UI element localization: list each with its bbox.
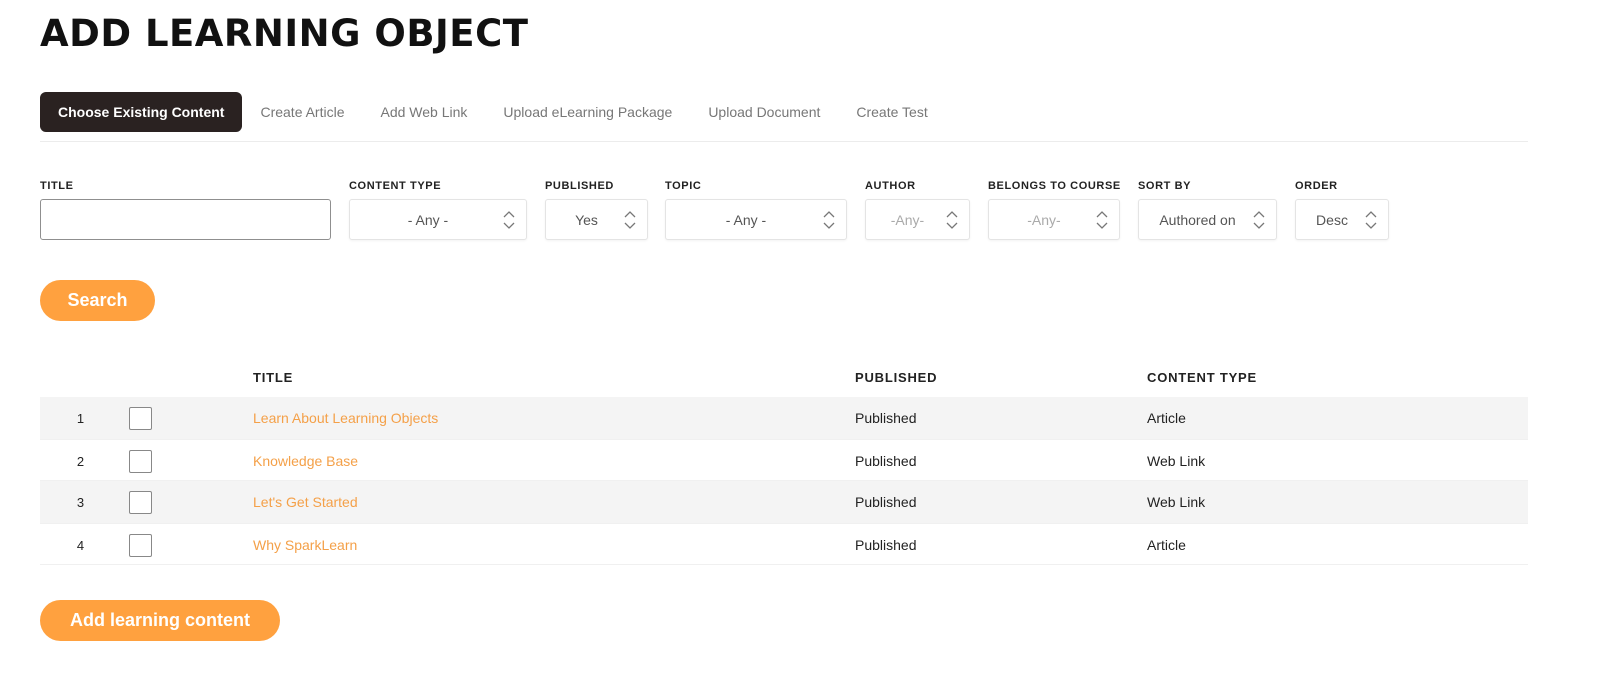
filter-bar: TITLE CONTENT TYPE - Any - PUBLISHED Yes… — [0, 178, 1600, 248]
filter-author: AUTHOR -Any- — [865, 178, 970, 240]
column-header-content-type[interactable]: CONTENT TYPE — [1147, 370, 1257, 385]
tab-upload-elearning-package[interactable]: Upload eLearning Package — [485, 92, 690, 132]
row-content-type: Article — [1147, 410, 1186, 426]
chevron-up-down-icon — [502, 209, 516, 231]
chevron-up-down-icon — [1364, 209, 1378, 231]
belongs-to-course-select[interactable]: -Any- — [988, 199, 1120, 240]
row-title-link[interactable]: Knowledge Base — [253, 440, 358, 482]
row-published: Published — [855, 537, 917, 553]
row-content-type: Web Link — [1147, 453, 1206, 469]
content-type-value: - Any - — [407, 211, 449, 228]
table-header: TITLE PUBLISHED CONTENT TYPE — [40, 360, 1528, 397]
filter-sort-by-label: SORT BY — [1138, 180, 1192, 192]
checkbox-box[interactable] — [129, 490, 152, 514]
chevron-up-down-icon — [822, 209, 836, 231]
table-row: 4 Why SparkLearn Published Article — [40, 523, 1528, 565]
topic-value: - Any - — [725, 211, 767, 228]
filter-content-type-label: CONTENT TYPE — [349, 180, 442, 192]
published-select[interactable]: Yes — [545, 199, 648, 240]
add-learning-content-button[interactable]: Add learning content — [40, 600, 280, 641]
content-type-select[interactable]: - Any - — [349, 199, 527, 240]
row-published: Published — [855, 410, 917, 426]
topic-select[interactable]: - Any - — [665, 199, 847, 240]
filter-title: TITLE — [40, 178, 331, 240]
row-content-type: Web Link — [1147, 494, 1206, 510]
row-published: Published — [855, 494, 917, 510]
filter-title-label: TITLE — [40, 180, 74, 192]
tab-create-article[interactable]: Create Article — [242, 92, 362, 132]
chevron-up-down-icon — [623, 209, 637, 231]
row-checkbox[interactable] — [129, 440, 152, 482]
page-title: ADD LEARNING OBJECT — [40, 12, 529, 55]
row-checkbox[interactable] — [129, 524, 152, 566]
row-title-link[interactable]: Why SparkLearn — [253, 524, 357, 566]
row-number: 4 — [76, 537, 85, 553]
order-select[interactable]: Desc — [1295, 199, 1389, 240]
filter-topic: TOPIC - Any - — [665, 178, 847, 240]
table-row: 2 Knowledge Base Published Web Link — [40, 439, 1528, 481]
filter-published-label: PUBLISHED — [545, 180, 614, 192]
row-published: Published — [855, 453, 917, 469]
filter-belongs-to-course: BELONGS TO COURSE -Any- — [988, 178, 1121, 240]
checkbox-box[interactable] — [129, 533, 152, 557]
filter-order-label: ORDER — [1295, 180, 1338, 192]
filter-belongs-to-course-label: BELONGS TO COURSE — [988, 180, 1121, 192]
sort-by-select[interactable]: Authored on — [1138, 199, 1277, 240]
row-checkbox[interactable] — [129, 397, 152, 439]
row-number: 1 — [76, 410, 85, 426]
column-header-title[interactable]: TITLE — [253, 370, 293, 385]
tab-add-web-link[interactable]: Add Web Link — [363, 92, 486, 132]
tab-create-test[interactable]: Create Test — [838, 92, 945, 132]
author-select[interactable]: -Any- — [865, 199, 970, 240]
column-header-published[interactable]: PUBLISHED — [855, 370, 937, 385]
chevron-up-down-icon — [945, 209, 959, 231]
filter-topic-label: TOPIC — [665, 180, 702, 192]
filter-author-label: AUTHOR — [865, 180, 916, 192]
row-title-link[interactable]: Let's Get Started — [253, 481, 358, 523]
chevron-up-down-icon — [1252, 209, 1266, 231]
filter-order: ORDER Desc — [1295, 178, 1389, 240]
row-content-type: Article — [1147, 537, 1186, 553]
row-checkbox[interactable] — [129, 481, 152, 523]
tab-upload-document[interactable]: Upload Document — [690, 92, 838, 132]
checkbox-box[interactable] — [129, 406, 152, 430]
filter-content-type: CONTENT TYPE - Any - — [349, 178, 527, 240]
filter-sort-by: SORT BY Authored on — [1138, 178, 1277, 240]
filter-published: PUBLISHED Yes — [545, 178, 648, 240]
table-row: 1 Learn About Learning Objects Published… — [40, 397, 1528, 439]
content-table: TITLE PUBLISHED CONTENT TYPE 1 Learn Abo… — [40, 360, 1528, 565]
title-search-input[interactable] — [40, 199, 331, 240]
content-tabs: Choose Existing Content Create Article A… — [40, 92, 1528, 142]
row-number: 2 — [76, 453, 85, 469]
search-button[interactable]: Search — [40, 280, 155, 321]
checkbox-box[interactable] — [129, 449, 152, 473]
tab-choose-existing-content[interactable]: Choose Existing Content — [40, 92, 243, 132]
chevron-up-down-icon — [1095, 209, 1109, 231]
row-number: 3 — [76, 494, 85, 510]
table-row: 3 Let's Get Started Published Web Link — [40, 481, 1528, 523]
row-title-link[interactable]: Learn About Learning Objects — [253, 397, 438, 439]
